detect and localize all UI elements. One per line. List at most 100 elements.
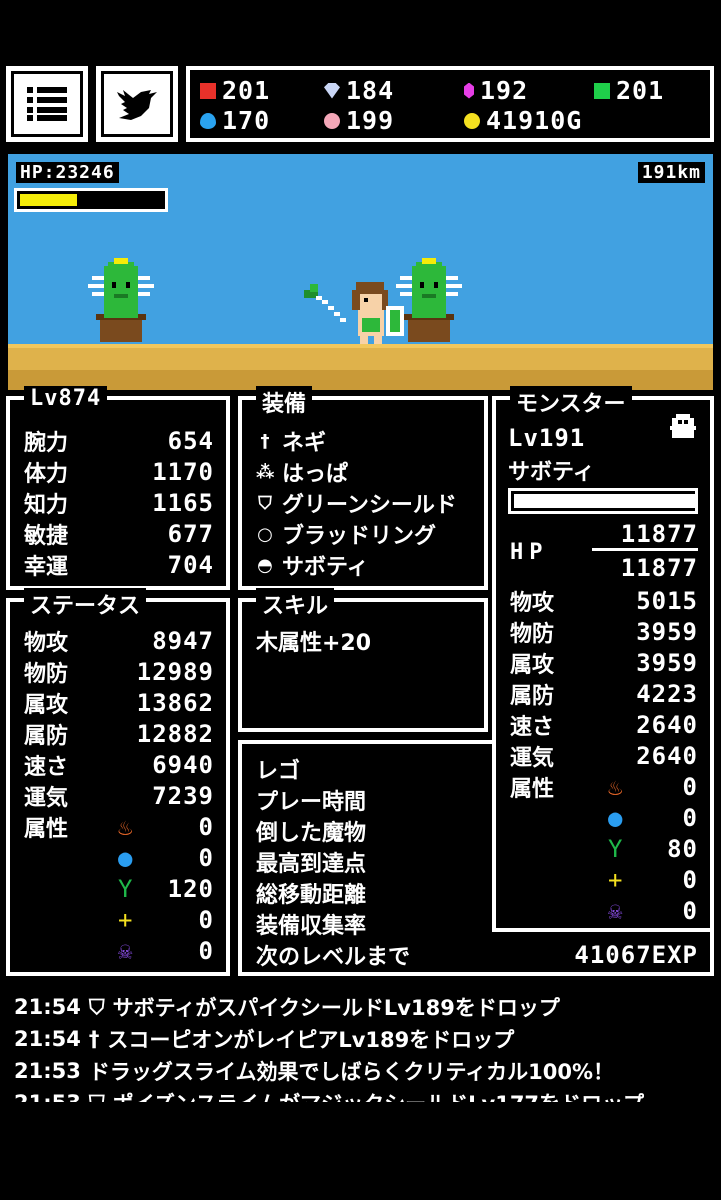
shield-icon: ⛉: [88, 994, 105, 1019]
record-item: プレー時間: [256, 790, 367, 815]
equipment-item[interactable]: ◓ サボティ: [256, 550, 369, 581]
log-entry: 21:54 † スコーピオンがレイピアLv189をドロップ: [14, 1027, 515, 1052]
player-hp-fill: [20, 194, 77, 206]
log-entry: 21:53⛉ポイズンスライムがマジックシールドLv177をドロップ: [14, 1088, 644, 1103]
monster-hp-fill: [514, 494, 698, 508]
monster-level: Lv191: [508, 424, 586, 452]
monster-panel[interactable]: モンスター Lv191 サボティ 11877 HP 11877 物攻 5015 物…: [492, 386, 714, 932]
resource-red-gem: 201: [200, 76, 270, 105]
resource-blue-drop: 170: [200, 106, 270, 135]
monster-hp-current: 11877: [620, 520, 698, 548]
stat-row: 物攻 8947: [24, 627, 214, 656]
skill-panel[interactable]: スキル 木属性+20: [238, 588, 488, 732]
attr-fire: ♨ 0: [118, 813, 214, 841]
stat-row: 属攻 13862: [24, 689, 214, 718]
green-gem-icon: [594, 82, 610, 99]
stat-row: 速さ 2640: [510, 711, 698, 740]
monster-hp-bar: [508, 488, 698, 514]
resource-gold: 41910G: [464, 106, 582, 135]
player-status-panel[interactable]: ステータス 物攻 8947 物防 12989 属攻 13862 属防 12882 速さ 6…: [6, 588, 230, 976]
stat-row: 属防 4223: [510, 680, 698, 709]
stat-row: 運気 7239: [24, 782, 214, 811]
water-icon: ●: [608, 804, 623, 832]
diamond-icon: [324, 82, 340, 99]
stat-row: 知力 1165: [24, 489, 214, 518]
equipment-item[interactable]: † ネギ: [256, 426, 327, 457]
light-icon: +: [118, 906, 133, 934]
equipment-panel[interactable]: 装備 † ネギ ⁂ はっぱ ⛉ グリーンシールド ○ ブラッドリング ◓ サボティ: [238, 386, 488, 590]
monster-hp-label: HP: [510, 540, 549, 565]
light-icon: +: [608, 866, 623, 894]
equipment-item[interactable]: ⁂ はっぱ: [256, 457, 348, 488]
equipment-title: 装備: [256, 386, 313, 418]
cactus-monster-sprite[interactable]: [86, 258, 156, 344]
next-level-label: 次のレベルまで: [256, 945, 411, 970]
shield-icon: ⛉: [89, 1091, 105, 1103]
log-entry-clipped: 21:53⛉ポイズンスライムがマジックシールドLv177をドロップ: [0, 1088, 721, 1103]
skill-title: スキル: [256, 588, 335, 620]
distance-readout: 191km: [637, 162, 705, 183]
stat-row: 属防 12882: [24, 720, 214, 749]
attr-dark: ☠ 0: [608, 897, 698, 925]
attr-wood: Y 80: [608, 835, 698, 863]
player-level: Lv874: [24, 386, 108, 411]
fire-icon: ♨: [608, 773, 623, 801]
stat-row: 物防 12989: [24, 658, 214, 687]
stat-row: 腕力 654: [24, 427, 214, 456]
armor-icon: ⁂: [256, 461, 275, 483]
water-icon: ●: [118, 844, 133, 872]
stat-row: 運気 2640: [510, 742, 698, 771]
dark-icon: ☠: [118, 937, 133, 965]
dark-icon: ☠: [608, 897, 623, 925]
resource-diamond: 184: [324, 76, 394, 105]
red-gem-icon: [200, 82, 216, 99]
monster-pet-icon[interactable]: [670, 414, 696, 438]
pet-icon: ◓: [257, 554, 273, 576]
sword-icon: †: [88, 1027, 100, 1051]
pink-crystal-icon: [464, 82, 474, 99]
record-item: 倒した魔物: [256, 821, 367, 846]
attr-light: +0: [118, 906, 214, 934]
ring-icon: ○: [257, 523, 273, 545]
stat-row: 物攻 5015: [510, 587, 698, 616]
monster-title: モンスター: [510, 386, 632, 418]
twitter-button[interactable]: [96, 66, 178, 142]
player-hp-bar: [14, 188, 168, 212]
pink-orb-icon: [324, 112, 340, 129]
attr-fire: ♨ 0: [608, 773, 698, 801]
equipment-item[interactable]: ⛉ グリーンシールド: [256, 488, 457, 519]
attr-water: ● 0: [118, 844, 214, 872]
attribute-label: 属性: [24, 817, 69, 842]
stat-row: 体力 1170: [24, 458, 214, 487]
fire-icon: ♨: [118, 813, 133, 841]
attribute-label: 属性: [510, 777, 555, 802]
stat-row: 幸運 704: [24, 551, 214, 580]
player-base-stats-panel[interactable]: Lv874 腕力 654 体力 1170 知力 1165 敏捷 677 幸運 704: [6, 386, 230, 590]
attr-wood: Y 120: [118, 875, 214, 903]
wood-icon: Y: [118, 875, 133, 903]
record-item: 装備収集率: [256, 914, 367, 939]
stat-row: 属攻 3959: [510, 649, 698, 678]
stat-row: 速さ 6940: [24, 751, 214, 780]
record-item: 最高到達点: [256, 852, 367, 877]
cactus-monster-sprite[interactable]: [394, 258, 464, 344]
log-entry: 21:53 ドラッグスライム効果でしばらくクリティカル100%！: [14, 1059, 615, 1084]
resource-green-gem: 201: [594, 76, 664, 105]
blue-drop-icon: [200, 112, 216, 129]
record-item: 総移動距離: [256, 883, 367, 908]
attr-light: +0: [608, 866, 698, 894]
wood-icon: Y: [608, 835, 623, 863]
attr-water: ● 0: [608, 804, 698, 832]
equipment-item[interactable]: ○ ブラッドリング: [256, 519, 436, 550]
menu-button[interactable]: [6, 66, 88, 142]
resource-pink-crystal: 192: [464, 76, 528, 105]
battle-scene[interactable]: HP:23246 191km: [6, 152, 715, 392]
monster-hp-max: 11877: [620, 554, 698, 582]
player-hp-label: HP:23246: [16, 162, 119, 183]
twitter-bird-icon: [117, 90, 157, 120]
status-title: ステータス: [24, 588, 147, 620]
resource-pink-orb: 199: [324, 106, 394, 135]
log-entry: 21:54 ⛉ サボティがスパイクシールドLv189をドロップ: [14, 994, 560, 1021]
shield-icon: ⛉: [258, 492, 272, 514]
list-icon: [27, 87, 67, 121]
